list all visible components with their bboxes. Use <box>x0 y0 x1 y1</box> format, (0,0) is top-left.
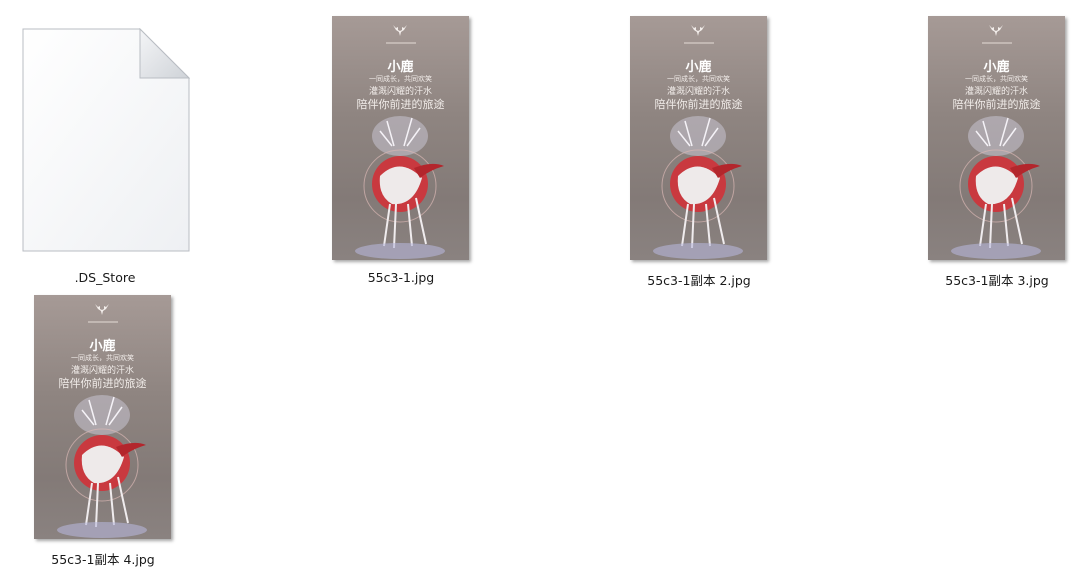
document-icon <box>22 28 190 252</box>
file-name: 55c3-1副本 4.jpg <box>51 552 155 567</box>
poster-line-1: 一同成长，共同欢笑 <box>965 75 1028 83</box>
image-thumbnail: 小鹿 一同成长，共同欢笑 灌溉闪耀的汗水 陪伴你前进的旅途 <box>34 295 171 539</box>
poster-line-1: 一同成长，共同欢笑 <box>667 75 730 83</box>
image-thumbnail: 小鹿 一同成长，共同欢笑 灌溉闪耀的汗水 陪伴你前进的旅途 <box>332 16 469 260</box>
image-thumbnail: 小鹿 一同成长，共同欢笑 灌溉闪耀的汗水 陪伴你前进的旅途 <box>630 16 767 260</box>
deer-logo-icon <box>989 25 1003 36</box>
brand-mark <box>386 42 416 44</box>
deer-illustration <box>951 116 1041 259</box>
poster-line-1: 一同成长，共同欢笑 <box>369 75 432 83</box>
brand-mark <box>982 42 1012 44</box>
file-name: .DS_Store <box>74 270 136 285</box>
brand-mark <box>88 321 118 323</box>
file-name: 55c3-1副本 2.jpg <box>647 273 751 288</box>
poster-title: 小鹿 <box>983 60 1010 75</box>
deer-logo-icon <box>691 25 705 36</box>
poster-line-1: 一同成长，共同欢笑 <box>71 354 134 362</box>
deer-logo-icon <box>393 25 407 36</box>
deer-illustration <box>57 395 147 538</box>
deer-illustration <box>355 116 445 259</box>
file-name: 55c3-1副本 3.jpg <box>945 273 1049 288</box>
brand-mark <box>684 42 714 44</box>
deer-illustration <box>653 116 743 259</box>
file-name: 55c3-1.jpg <box>367 270 435 285</box>
image-thumbnail: 小鹿 一同成长，共同欢笑 灌溉闪耀的汗水 陪伴你前进的旅途 <box>928 16 1065 260</box>
deer-logo-icon <box>95 304 109 315</box>
poster-title: 小鹿 <box>89 339 116 354</box>
poster-title: 小鹿 <box>387 60 414 75</box>
poster-title: 小鹿 <box>685 60 712 75</box>
